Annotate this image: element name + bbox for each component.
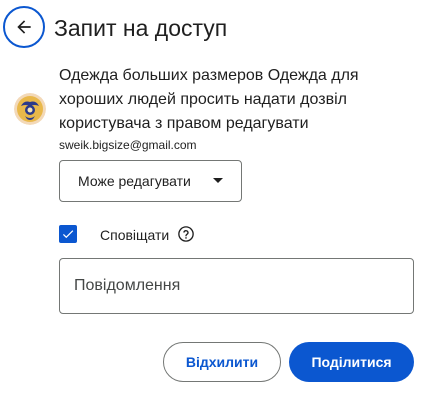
- back-button[interactable]: [3, 6, 45, 48]
- decline-button[interactable]: Відхилити: [163, 342, 281, 382]
- notify-checkbox[interactable]: [59, 225, 77, 243]
- notify-label: Сповіщати: [100, 227, 170, 243]
- dropdown-caret-icon: [213, 178, 223, 183]
- requester-email: sweik.bigsize@gmail.com: [59, 138, 197, 152]
- share-button[interactable]: Поділитися: [289, 342, 414, 382]
- access-request-dialog: Запит на доступ Одежда больших размеров …: [0, 0, 435, 402]
- role-dropdown-value: Може редагувати: [78, 173, 191, 189]
- checkmark-icon: [62, 230, 74, 239]
- user-avatar: [14, 93, 46, 125]
- role-dropdown[interactable]: Може редагувати: [59, 160, 242, 202]
- message-field[interactable]: [59, 258, 414, 314]
- request-text: Одежда больших размеров Одежда для хорош…: [59, 67, 359, 132]
- help-icon[interactable]: [177, 225, 195, 243]
- page-title: Запит на доступ: [54, 15, 228, 41]
- arrow-back-icon: [17, 20, 31, 34]
